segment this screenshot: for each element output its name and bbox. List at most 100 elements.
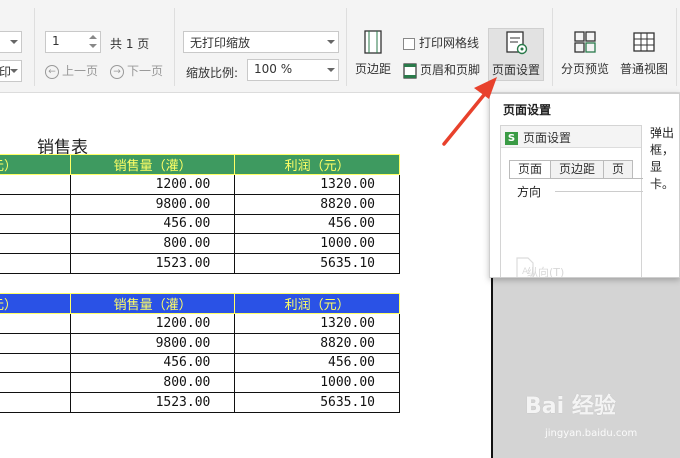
table-header-row: 元） 销售量（灌） 利润（元） [0,293,400,314]
toolbar-divider [174,8,175,86]
left-combo-1[interactable] [0,31,22,53]
table-cell: 456.00 [69,352,236,374]
chevron-down-icon [327,68,335,72]
table-row: 0800.001000.00 [0,372,400,394]
table-row: 01200.001320.00 [0,313,400,334]
dialog-header: S 页面设置 [501,126,641,148]
toolbar-divider [552,8,553,86]
orientation-label: 方向 [517,185,542,199]
header-footer-button[interactable]: 页眉和页脚 [403,61,480,79]
table-cell: 0 [0,174,71,195]
table-cell: 1320.00 [234,313,400,334]
table-cell: 0 [0,352,71,374]
tooltip-title: 页面设置 [503,103,552,117]
sales-table-green: 元） 销售量（灌） 利润（元） 01200.001320.00 09800.00… [0,154,400,274]
tab-page: 页面 [509,160,552,178]
tab-underline [509,178,643,179]
column-header: 利润（元） [234,293,400,314]
table-cell: 1523.00 [69,392,236,413]
sales-table-blue: 元） 销售量（灌） 利润（元） 01200.001320.00 09800.00… [0,293,400,413]
table-cell [0,392,71,413]
table-cell: 1000.00 [234,372,400,394]
spin-up-icon[interactable] [89,35,97,39]
table-cell: 1200.00 [69,313,236,334]
table-cell: 0 [0,313,71,334]
left-combo-2[interactable]: 印 [0,60,22,82]
table-cell: 456.00 [234,213,400,235]
table-row: 01523.005635.10 [0,253,400,274]
toolbar-divider [346,8,347,86]
toolbar-divider [34,8,35,86]
table-cell: 800.00 [69,372,236,394]
table-cell: 8820.00 [234,332,400,354]
column-header: 利润（元） [234,154,400,175]
grid-view-icon [633,32,655,52]
dialog-tabs: 页面 页边距页 [509,160,634,178]
table-cell: 1200.00 [69,174,236,195]
dialog-title: 页面设置 [523,131,572,145]
table-cell: 0 [0,253,71,274]
table-row: 0800.001000.00 [0,233,400,255]
portrait-option: 纵向(T) [527,266,565,278]
column-header: 元） [0,154,71,175]
table-cell: 456.00 [234,352,400,374]
table-cell: 9800.00 [69,332,236,354]
table-cell: 800.00 [69,233,236,255]
prev-page-button[interactable]: ← 上一页 [45,62,98,79]
table-cell: 5635.10 [234,392,400,413]
table-row: 0456.00456.00 [0,352,400,374]
margins-icon [364,30,382,54]
print-scale-select[interactable]: 无打印缩放 [183,31,339,53]
print-gridlines-checkbox[interactable]: 打印网格线 [403,34,479,51]
spin-down-icon[interactable] [89,44,97,48]
chevron-down-icon [327,40,335,44]
page-total-label: 共 1 页 [110,37,150,51]
print-preview-toolbar: 印 1 共 1 页 ← 上一页 → 下一页 无打印缩放 缩放比例: 100 % 页边… [0,0,680,93]
scale-percent-field[interactable]: 100 % [247,59,339,81]
table-cell: 0 [0,372,71,394]
normal-view-button[interactable]: 普通视图 [620,30,668,77]
table-cell: 8820.00 [234,193,400,215]
toolbar-divider [676,8,677,86]
table-row: 0456.00456.00 [0,213,400,235]
table-cell: 456.00 [69,213,236,235]
table-row: 01200.001320.00 [0,174,400,195]
header-footer-icon [403,62,417,79]
table-row: 1523.00 5635.10 [0,392,400,413]
column-header: 销售量（灌） [69,154,236,175]
table-row: 09800.008820.00 [0,193,400,215]
page-break-preview-button[interactable]: 分页预览 [561,30,609,77]
margins-button[interactable]: 页边距 [355,30,391,77]
baidu-jingyan-watermark: Bai 经验 [525,394,616,419]
tooltip-description: 弹出框，显卡。 [650,126,675,191]
page-break-icon [574,31,596,53]
page-number-stepper[interactable]: 1 [45,31,101,53]
column-header: 元） [0,293,71,314]
table-row: 09800.008820.00 [0,332,400,354]
table-cell: 1000.00 [234,233,400,255]
table-header-row: 元） 销售量（灌） 利润（元） [0,154,400,175]
tab-margins: 页边距 [550,160,605,178]
wps-sheet-icon: S [505,132,518,145]
table-cell: 9800.00 [69,193,236,215]
section-divider [555,191,643,192]
table-cell: 0 [0,332,71,354]
table-cell: 1523.00 [69,253,236,274]
table-cell: 1320.00 [234,174,400,195]
table-cell: 5635.10 [234,253,400,274]
page-setup-button[interactable]: 页面设置 [488,28,545,81]
checkbox-icon [403,37,415,50]
chevron-down-icon [10,69,18,73]
scale-label: 缩放比例: [186,66,239,80]
page-setup-tooltip: 页面设置 S 页面设置 页面 页边距页 方向 A 纵向(T) 弹出框，显卡。 [489,93,680,278]
arrow-left-icon: ← [45,64,59,79]
next-page-button[interactable]: → 下一页 [110,62,163,79]
table-cell: 0 [0,233,71,255]
watermark-url: jingyan.baidu.com [545,428,638,439]
page-setup-icon [506,31,528,55]
tab-header: 页 [603,160,634,178]
page-setup-dialog-preview: S 页面设置 页面 页边距页 方向 A 纵向(T) [500,125,643,278]
table-cell: 0 [0,193,71,215]
arrow-right-icon: → [110,64,124,79]
column-header: 销售量（灌） [69,293,236,314]
